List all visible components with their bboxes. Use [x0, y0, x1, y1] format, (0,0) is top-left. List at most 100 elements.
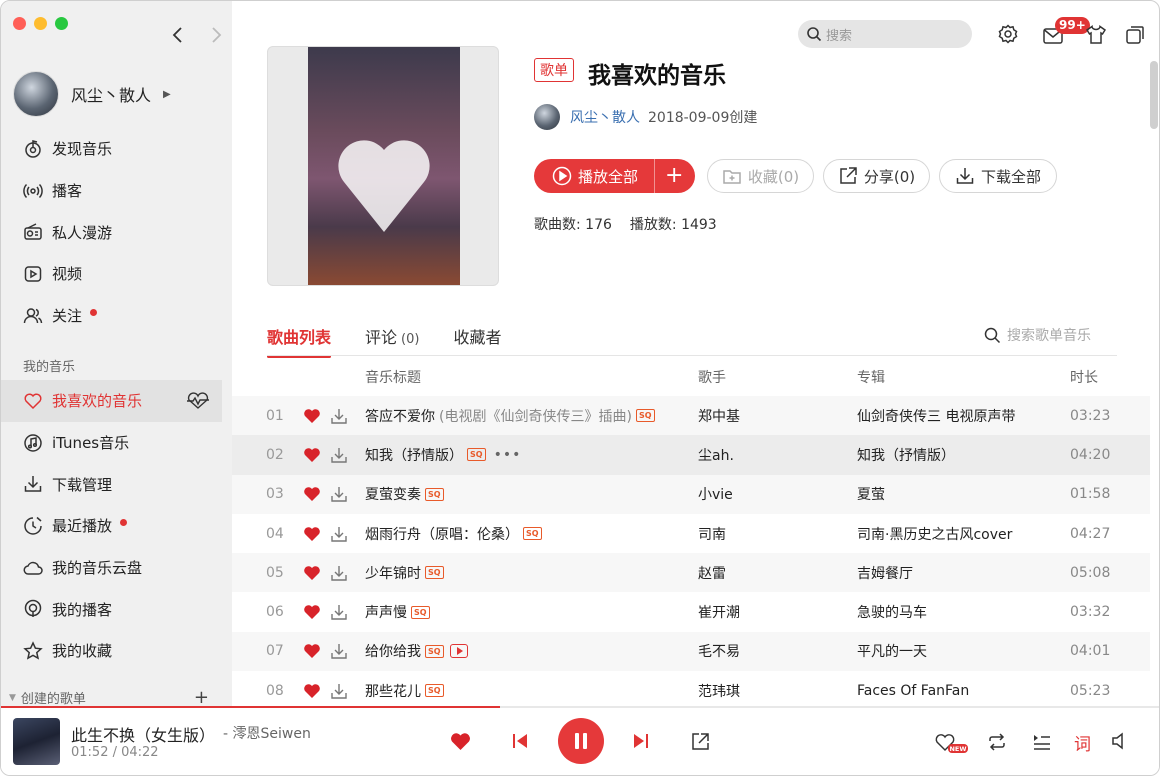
- like-heart-icon[interactable]: [303, 682, 321, 700]
- table-row[interactable]: 07 给你给我 SQ 毛不易 平凡的一天 04:01: [232, 631, 1150, 672]
- like-heart-icon[interactable]: [450, 732, 471, 751]
- sidebar-item-video[interactable]: 视频: [1, 253, 232, 295]
- caret-right-icon[interactable]: ▶: [163, 89, 171, 100]
- track-artist[interactable]: 小vie: [698, 484, 733, 504]
- user-profile[interactable]: 风尘丶散人 ▶: [13, 71, 171, 117]
- previous-track-icon[interactable]: [511, 732, 529, 750]
- sidebar-item-cloud[interactable]: 我的音乐云盘: [1, 547, 232, 589]
- now-playing-artist[interactable]: - 澪恩Seiwen: [223, 723, 311, 743]
- search-input[interactable]: 搜索: [798, 20, 972, 48]
- scrollbar[interactable]: [1150, 61, 1158, 129]
- table-row[interactable]: 04 烟雨行舟（原唱：伦桑） SQ 司南 司南·黑历史之古风cover 04:27: [232, 514, 1150, 553]
- track-title-text[interactable]: 答应不爱你: [365, 406, 435, 426]
- like-heart-icon[interactable]: [303, 446, 321, 464]
- sidebar-item-discover[interactable]: 发现音乐: [1, 128, 232, 170]
- add-playlist-button[interactable]: +: [194, 687, 209, 708]
- column-duration[interactable]: 时长: [1070, 367, 1098, 387]
- track-album[interactable]: 吉姆餐厅: [857, 563, 913, 583]
- track-title-text[interactable]: 夏萤变奏: [365, 484, 421, 504]
- download-icon[interactable]: [330, 642, 348, 660]
- minimize-window-button[interactable]: [34, 17, 47, 30]
- created-playlists-header[interactable]: ▼ 创建的歌单 +: [9, 687, 209, 708]
- track-artist[interactable]: 范玮琪: [698, 681, 740, 701]
- table-row[interactable]: 08 那些花儿 SQ 范玮琪 Faces Of FanFan 05:23: [232, 671, 1150, 710]
- table-row[interactable]: 02 知我（抒情版） SQ ••• 尘ah. 知我（抒情版） 04:20: [232, 435, 1150, 475]
- table-row[interactable]: 05 少年锦时 SQ 赵雷 吉姆餐厅 05:08: [232, 553, 1150, 593]
- heartbeat-mode-icon[interactable]: [186, 392, 210, 410]
- column-title[interactable]: 音乐标题: [365, 367, 421, 387]
- more-options-icon[interactable]: •••: [494, 447, 522, 463]
- repeat-icon[interactable]: [987, 733, 1007, 751]
- mv-play-icon[interactable]: [449, 644, 468, 659]
- track-title-text[interactable]: 知我（抒情版）: [365, 445, 463, 465]
- track-album[interactable]: 仙剑奇侠传三 电视原声带: [857, 406, 1015, 426]
- like-heart-icon[interactable]: [303, 603, 321, 621]
- download-icon[interactable]: [330, 525, 348, 543]
- like-heart-icon[interactable]: [303, 525, 321, 543]
- table-row[interactable]: 06 声声慢 SQ 崔开潮 急驶的马车 03:32: [232, 592, 1150, 631]
- column-artist[interactable]: 歌手: [698, 367, 726, 387]
- triangle-down-icon[interactable]: ▼: [9, 693, 16, 703]
- track-album[interactable]: 急驶的马车: [857, 602, 927, 622]
- track-artist[interactable]: 尘ah.: [698, 445, 734, 465]
- next-track-icon[interactable]: [632, 732, 650, 750]
- play-all-button[interactable]: 播放全部 +: [534, 159, 695, 193]
- sidebar-item-downloads[interactable]: 下载管理: [1, 463, 232, 505]
- sidebar-item-podcast[interactable]: 播客: [1, 170, 232, 212]
- table-row[interactable]: 01 答应不爱你 (电视剧《仙剑奇侠传三》插曲) SQ 郑中基 仙剑奇侠传三 电视原声带 0…: [232, 396, 1150, 436]
- column-album[interactable]: 专辑: [857, 367, 885, 387]
- sidebar-item-liked[interactable]: 我喜欢的音乐: [1, 380, 222, 422]
- track-title[interactable]: 给你给我 SQ: [365, 641, 468, 661]
- like-heart-icon[interactable]: [303, 485, 321, 503]
- now-playing-cover[interactable]: [13, 718, 60, 765]
- track-title[interactable]: 答应不爱你 (电视剧《仙剑奇侠传三》插曲) SQ: [365, 406, 655, 426]
- track-title[interactable]: 那些花儿 SQ: [365, 681, 444, 701]
- track-artist[interactable]: 崔开潮: [698, 602, 740, 622]
- download-icon[interactable]: [330, 446, 348, 464]
- pause-button[interactable]: [558, 718, 604, 764]
- sidebar-item-my-podcast[interactable]: 我的播客: [1, 588, 232, 630]
- download-icon[interactable]: [330, 603, 348, 621]
- track-album[interactable]: 司南·黑历史之古风cover: [857, 524, 1012, 544]
- close-window-button[interactable]: [13, 17, 26, 30]
- sidebar-item-follow[interactable]: 关注: [1, 295, 232, 337]
- track-album[interactable]: Faces Of FanFan: [857, 683, 969, 699]
- track-title-text[interactable]: 少年锦时: [365, 563, 421, 583]
- table-row[interactable]: 03 夏萤变奏 SQ 小vie 夏萤 01:58: [232, 474, 1150, 514]
- like-heart-icon[interactable]: [303, 564, 321, 582]
- track-title[interactable]: 夏萤变奏 SQ: [365, 484, 444, 504]
- share-icon[interactable]: [691, 732, 710, 751]
- playlist-cover[interactable]: [267, 46, 499, 286]
- sidebar-item-roam[interactable]: 私人漫游: [1, 211, 232, 253]
- download-icon[interactable]: [330, 485, 348, 503]
- track-album[interactable]: 夏萤: [857, 484, 885, 504]
- track-title-text[interactable]: 声声慢: [365, 602, 407, 622]
- now-playing-title[interactable]: 此生不换（女生版）: [71, 722, 215, 746]
- user-name[interactable]: 风尘丶散人: [71, 82, 151, 106]
- tab-subscribers[interactable]: 收藏者: [453, 324, 501, 356]
- track-artist[interactable]: 毛不易: [698, 641, 740, 661]
- mini-mode-icon[interactable]: [1124, 24, 1146, 46]
- collect-button[interactable]: 收藏(0): [707, 159, 814, 193]
- track-album[interactable]: 平凡的一天: [857, 641, 927, 661]
- heartbeat-new-icon[interactable]: NEW: [934, 730, 968, 754]
- sidebar-item-itunes[interactable]: iTunes音乐: [1, 422, 232, 464]
- track-title[interactable]: 知我（抒情版） SQ •••: [365, 445, 521, 465]
- download-icon[interactable]: [330, 564, 348, 582]
- track-artist[interactable]: 司南: [698, 524, 726, 544]
- gear-icon[interactable]: [997, 23, 1019, 45]
- creator-link[interactable]: 风尘丶散人: [570, 107, 640, 127]
- track-title-text[interactable]: 给你给我: [365, 641, 421, 661]
- volume-icon[interactable]: [1111, 732, 1129, 750]
- lyrics-button[interactable]: 词: [1074, 730, 1091, 755]
- share-button[interactable]: 分享(0): [823, 159, 930, 193]
- forward-arrow-icon[interactable]: [209, 25, 223, 45]
- track-title[interactable]: 少年锦时 SQ: [365, 563, 444, 583]
- like-heart-icon[interactable]: [303, 407, 321, 425]
- add-to-queue-button[interactable]: +: [665, 163, 683, 188]
- tab-song-list[interactable]: 歌曲列表: [267, 324, 332, 358]
- track-title-text[interactable]: 那些花儿: [365, 681, 421, 701]
- avatar[interactable]: [534, 104, 560, 130]
- sidebar-item-collection[interactable]: 我的收藏: [1, 630, 232, 672]
- like-heart-icon[interactable]: [303, 642, 321, 660]
